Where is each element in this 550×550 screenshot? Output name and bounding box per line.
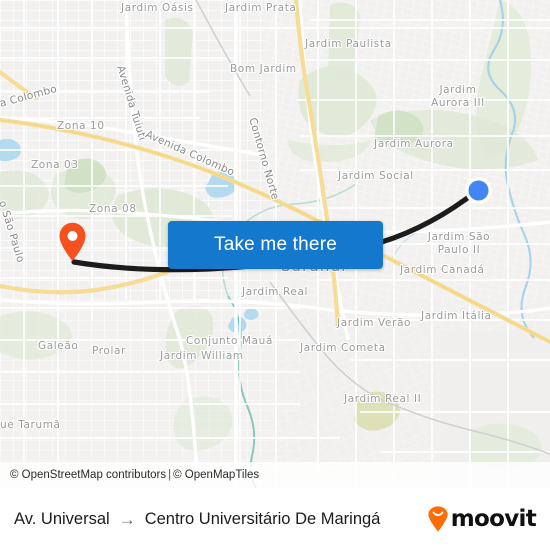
route-destination-label: Centro Universitário De Maringá (144, 509, 381, 528)
attribution-openstreetmap[interactable]: © OpenStreetMap contributors (10, 469, 166, 481)
attribution-openmaptiles[interactable]: © OpenMapTiles (173, 469, 259, 481)
route-summary: Av. Universal → Centro Universitário De … (14, 510, 427, 529)
route-origin-label: Av. Universal (14, 509, 110, 528)
circle-dot-icon[interactable] (464, 176, 493, 205)
moovit-route-map-card: Jardim Oásis Jardim Prata Jardim Paulist… (0, 0, 550, 550)
moovit-pin-icon (428, 506, 448, 532)
map-canvas[interactable]: Jardim Oásis Jardim Prata Jardim Paulist… (0, 0, 550, 488)
map-attribution: © OpenStreetMap contributors | © OpenMapTi… (0, 462, 550, 488)
arrow-right-icon: → (118, 509, 136, 529)
moovit-logo[interactable]: moovit (427, 505, 537, 532)
footer-bar: Av. Universal → Centro Universitário De … (0, 488, 550, 550)
moovit-wordmark: moovit (450, 505, 537, 532)
map-pin-icon[interactable] (58, 222, 87, 262)
take-me-there-button[interactable]: Take me there (168, 221, 383, 269)
